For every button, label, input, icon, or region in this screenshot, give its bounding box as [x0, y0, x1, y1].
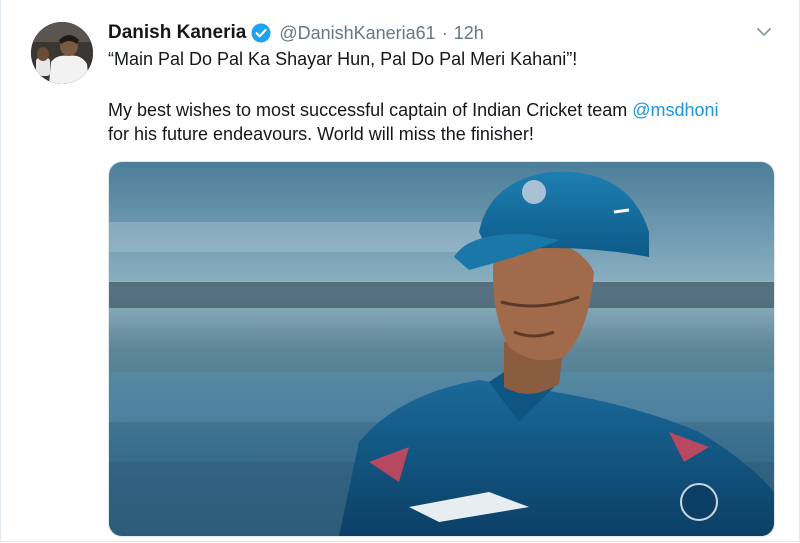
verified-badge-icon [251, 23, 271, 43]
tweet-card[interactable]: Danish Kaneria @DanishKaneria61 · 12h “M… [0, 0, 800, 542]
tweet-text-segment: My best wishes to most successful captai… [108, 100, 633, 120]
tweet-text-line-1: “Main Pal Do Pal Ka Shayar Hun, Pal Do P… [108, 49, 578, 69]
chevron-down-icon[interactable] [754, 24, 774, 40]
separator-dot: · [441, 22, 448, 43]
tweet-text-line-2: My best wishes to most successful captai… [108, 98, 719, 123]
avatar[interactable] [31, 22, 93, 84]
mention-link[interactable]: @msdhoni [632, 100, 718, 120]
tweet-header: Danish Kaneria @DanishKaneria61 · 12h [108, 20, 484, 46]
author-name[interactable]: Danish Kaneria [108, 22, 246, 44]
tweet-text-line-3: for his future endeavours. World will mi… [108, 124, 534, 144]
author-handle[interactable]: @DanishKaneria61 [279, 23, 435, 44]
timestamp[interactable]: 12h [454, 23, 484, 44]
tweet-media-image[interactable] [108, 161, 775, 537]
